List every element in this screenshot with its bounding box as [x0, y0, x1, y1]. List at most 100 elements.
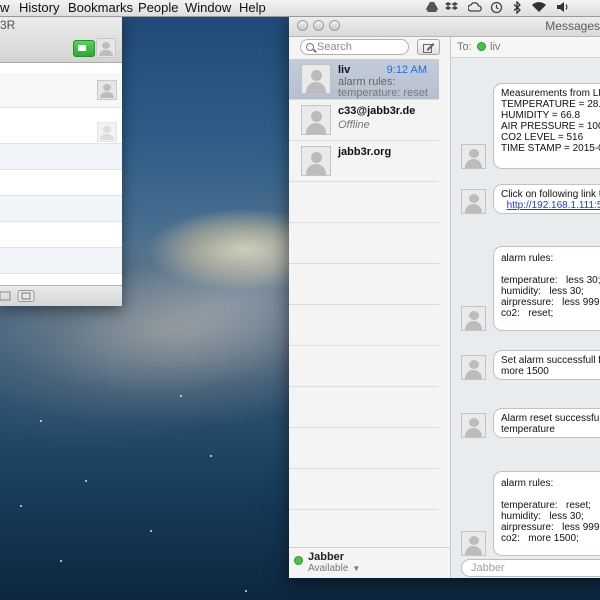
list-item — [289, 387, 439, 428]
window-title: Messages — [545, 19, 600, 33]
list-item — [0, 144, 122, 170]
recipient-name[interactable]: liv — [490, 41, 500, 53]
message: Measurements from LIV: TEMPERATURE = 28.… — [461, 83, 600, 169]
to-label: To: — [457, 41, 472, 53]
avatar — [461, 189, 486, 214]
message-bubble: alarm rules: temperature: less 30; humid… — [493, 246, 600, 331]
message: Click on following link to a http://192.… — [461, 184, 600, 214]
avatar — [97, 122, 117, 142]
star — [20, 505, 22, 507]
message: Alarm reset successful fo temperature — [461, 408, 600, 438]
list-item — [0, 196, 122, 222]
cloud-icon[interactable] — [467, 1, 482, 15]
compose-button[interactable] — [417, 39, 440, 55]
conversation-item-liv[interactable]: liv 9:12 AM alarm rules: temperature: re… — [289, 59, 439, 100]
star — [150, 530, 152, 532]
avatar — [461, 531, 486, 556]
account-name: Jabber — [308, 551, 345, 563]
message: Set alarm successfull for more 1500 — [461, 350, 600, 380]
chevron-down-icon: ▼ — [352, 564, 361, 573]
message-input[interactable]: Jabber — [461, 559, 600, 577]
facetime-window: 3R — [0, 16, 122, 306]
avatar — [96, 38, 116, 58]
window-titlebar: 3R — [0, 16, 122, 63]
conversation-name: c33@jabb3r.de — [338, 105, 416, 117]
menu-bookmarks[interactable]: Bookmarks — [68, 0, 133, 16]
chat-pane: To: liv Measurements from LIV: TEMPERATU… — [451, 37, 600, 578]
message-bubble: alarm rules: temperature: reset; humidit… — [493, 471, 600, 556]
conversation-item-c33[interactable]: c33@jabb3r.de Offline — [289, 100, 439, 141]
conversation-sidebar: Search liv 9:12 AM alarm rules: temperat… — [289, 37, 451, 578]
avatar — [461, 306, 486, 331]
conversation-name: jabb3r.org — [338, 146, 392, 158]
list-item — [289, 223, 439, 264]
conversation-item-jabb3r[interactable]: jabb3r.org — [289, 141, 439, 182]
star — [245, 590, 247, 592]
video-camera-icon[interactable] — [73, 40, 95, 57]
conversation-name: liv — [338, 64, 351, 76]
window-footer — [0, 285, 122, 306]
avatar — [301, 146, 331, 176]
list-item — [289, 428, 439, 469]
message: alarm rules: temperature: less 30; humid… — [461, 246, 600, 331]
list-item — [289, 510, 439, 551]
recipient-bar: To: liv — [451, 37, 600, 58]
list-item — [289, 305, 439, 346]
list-item — [289, 264, 439, 305]
list-item — [0, 170, 122, 196]
compose-icon — [423, 43, 435, 53]
message-input-placeholder: Jabber — [471, 562, 505, 574]
conversation-time: 9:12 AM — [386, 64, 427, 76]
menu-window[interactable]: Window — [185, 0, 231, 16]
avatar — [301, 64, 331, 94]
star — [40, 420, 42, 422]
window-title: 3R — [0, 18, 16, 32]
avatar — [301, 105, 331, 135]
online-status-icon — [477, 42, 486, 51]
availability-label: Available — [308, 563, 349, 574]
conversation-preview: temperature: reset;... — [338, 87, 428, 99]
dropbox-icon[interactable] — [445, 1, 458, 15]
message-text: Click on following link to a — [501, 189, 600, 200]
menu-bar: w History Bookmarks People Window Help — [0, 0, 600, 17]
messages-window: Messages Search liv 9:12 AM alarm rules:… — [289, 16, 600, 578]
account-status[interactable]: Jabber Available ▼ — [289, 547, 450, 578]
star — [210, 455, 212, 457]
star — [60, 560, 62, 562]
message-bubble: Alarm reset successful fo temperature — [493, 408, 600, 438]
list-item — [289, 182, 439, 223]
wifi-icon[interactable] — [531, 1, 547, 15]
list-item[interactable] — [0, 119, 122, 144]
volume-icon[interactable] — [556, 1, 570, 15]
avatar — [461, 355, 486, 380]
search-icon — [306, 43, 314, 51]
view-toggle-icon[interactable] — [0, 290, 40, 302]
message-bubble: Measurements from LIV: TEMPERATURE = 28.… — [493, 83, 600, 169]
time-machine-icon[interactable] — [490, 1, 503, 15]
avatar — [461, 144, 486, 169]
drive-icon[interactable] — [426, 1, 438, 15]
list-item — [289, 469, 439, 510]
online-status-icon — [294, 556, 303, 565]
conversation-status: Offline — [338, 119, 370, 131]
message-bubble: Set alarm successfull for more 1500 — [493, 350, 600, 380]
avatar — [97, 80, 117, 100]
star — [180, 395, 182, 397]
menu-view[interactable]: w — [0, 0, 9, 16]
account-availability[interactable]: Available ▼ — [308, 563, 360, 574]
search-placeholder: Search — [317, 41, 352, 53]
menu-help[interactable]: Help — [239, 0, 266, 16]
message-link[interactable]: http://192.168.1.111:500 — [507, 200, 600, 211]
avatar — [461, 413, 486, 438]
window-titlebar: Messages — [289, 16, 600, 37]
message: alarm rules: temperature: reset; humidit… — [461, 471, 600, 556]
list-item — [0, 248, 122, 274]
menu-history[interactable]: History — [19, 0, 59, 16]
list-item — [0, 222, 122, 248]
menu-people[interactable]: People — [138, 0, 178, 16]
search-input[interactable]: Search — [300, 39, 409, 55]
list-item — [289, 346, 439, 387]
bluetooth-icon[interactable] — [513, 0, 521, 15]
list-item[interactable] — [0, 73, 122, 108]
message-bubble: Click on following link to a http://192.… — [493, 184, 600, 214]
